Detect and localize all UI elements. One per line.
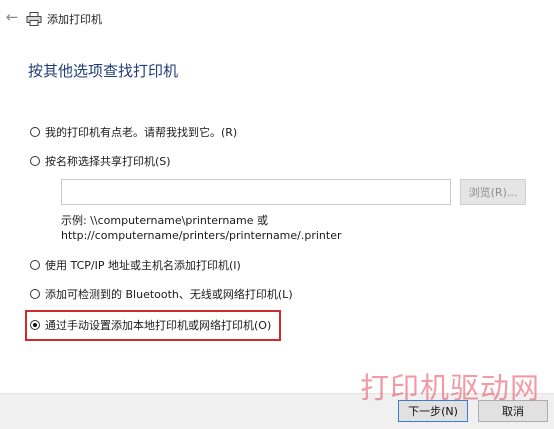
- back-arrow-icon[interactable]: ←: [4, 9, 20, 25]
- option-shared-printer-label: 按名称选择共享打印机(S): [45, 155, 171, 168]
- page-heading: 按其他选项查找打印机: [28, 62, 179, 80]
- option-old-printer[interactable]: 我的打印机有点老。请帮我找到它。(R): [30, 123, 237, 141]
- shared-printer-name-input[interactable]: [61, 179, 451, 205]
- example-line-1: 示例: \\computername\printername 或: [61, 214, 269, 227]
- radio-shared-printer[interactable]: [30, 156, 40, 166]
- highlight-box: [25, 310, 281, 341]
- radio-tcpip[interactable]: [30, 260, 40, 270]
- option-tcpip[interactable]: 使用 TCP/IP 地址或主机名添加打印机(I): [30, 256, 241, 274]
- radio-bluetooth-wireless[interactable]: [30, 289, 40, 299]
- option-tcpip-label: 使用 TCP/IP 地址或主机名添加打印机(I): [45, 259, 241, 272]
- option-bluetooth-wireless-label: 添加可检测到的 Bluetooth、无线或网络打印机(L): [45, 288, 293, 301]
- footer-bar: [0, 393, 554, 429]
- option-bluetooth-wireless[interactable]: 添加可检测到的 Bluetooth、无线或网络打印机(L): [30, 285, 293, 303]
- browse-button[interactable]: 浏览(R)...: [460, 179, 526, 205]
- example-line-2: http://computername/printers/printername…: [61, 229, 342, 242]
- printer-icon: [26, 12, 42, 26]
- option-shared-printer[interactable]: 按名称选择共享打印机(S): [30, 152, 171, 170]
- radio-old-printer[interactable]: [30, 127, 40, 137]
- option-old-printer-label: 我的打印机有点老。请帮我找到它。(R): [45, 126, 238, 139]
- cancel-button[interactable]: 取消: [478, 400, 548, 422]
- window-title: 添加打印机: [47, 13, 102, 26]
- next-button[interactable]: 下一步(N): [398, 400, 468, 422]
- title-bar: ← 添加打印机: [0, 0, 554, 40]
